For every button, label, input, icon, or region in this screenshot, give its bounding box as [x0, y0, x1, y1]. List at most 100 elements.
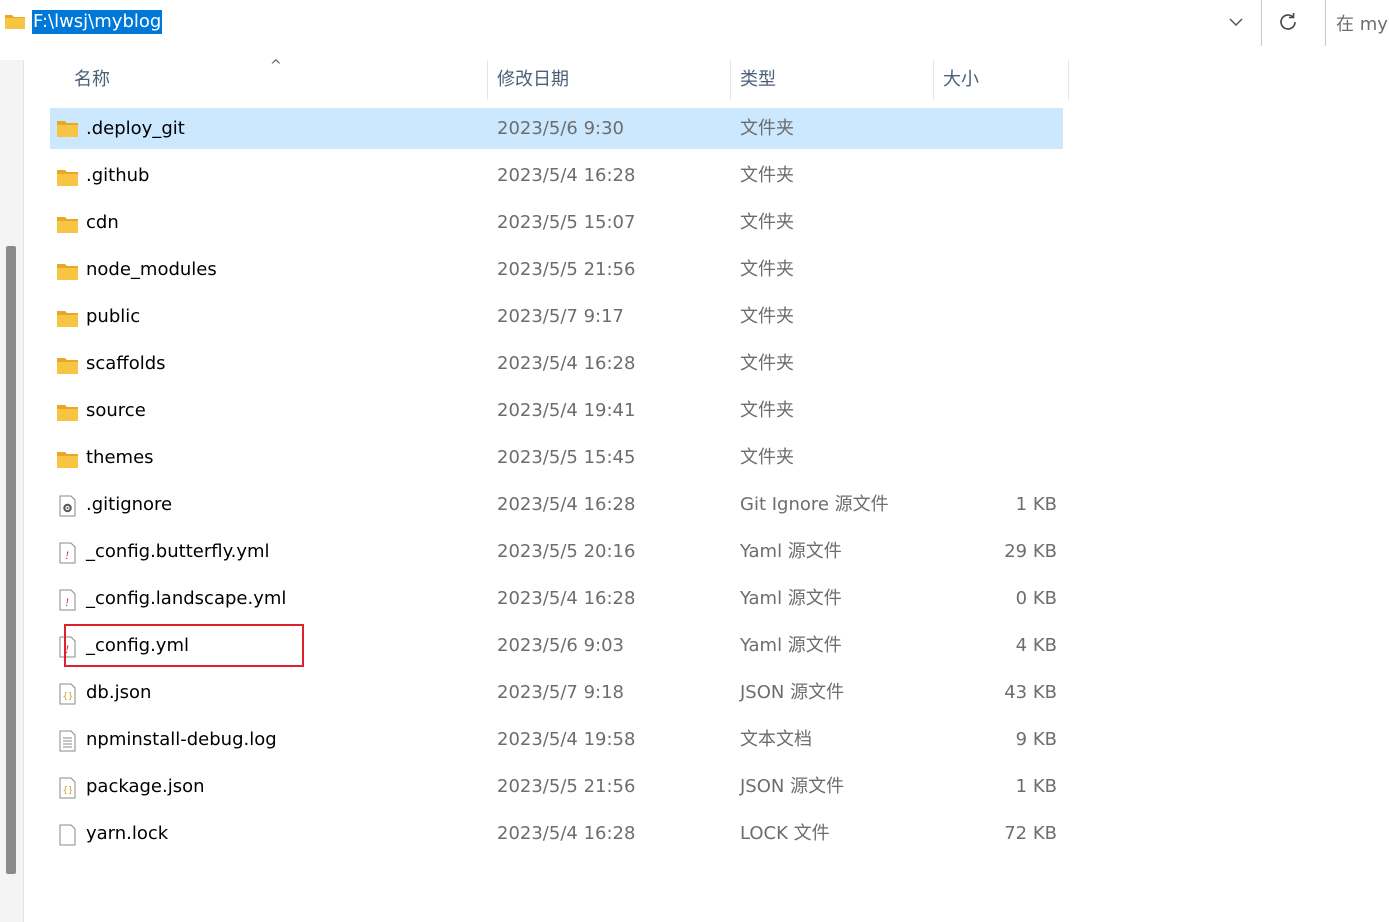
folder-icon	[56, 307, 79, 329]
file-date: 2023/5/4 16:28	[497, 353, 636, 374]
file-row[interactable]: ! _config.butterfly.yml 2023/5/5 20:16 Yaml…	[50, 531, 1063, 578]
file-type: Yaml 源文件	[740, 588, 842, 609]
file-row[interactable]: .gitignore 2023/5/4 16:28 Git Ignore 源文件 1 …	[50, 484, 1063, 531]
folder-row[interactable]: source 2023/5/4 19:41 文件夹	[50, 390, 1063, 437]
folder-icon	[56, 448, 79, 470]
column-divider[interactable]	[730, 60, 731, 100]
svg-text:{}: {}	[63, 692, 74, 702]
file-type: 文本文档	[740, 729, 812, 750]
yaml-file-icon: !	[56, 589, 79, 611]
file-name: _config.landscape.yml	[86, 588, 287, 609]
file-date: 2023/5/4 16:28	[497, 823, 636, 844]
file-type: JSON 源文件	[740, 682, 845, 703]
column-header-size[interactable]: 大小	[943, 60, 979, 100]
file-list: .deploy_git 2023/5/6 9:30 文件夹 .github 2023/5…	[50, 108, 1063, 860]
svg-text:!: !	[65, 595, 69, 609]
file-type: JSON 源文件	[740, 776, 845, 797]
file-row[interactable]: ! _config.landscape.yml 2023/5/4 16:28 Yaml…	[50, 578, 1063, 625]
file-date: 2023/5/4 16:28	[497, 494, 636, 515]
folder-row[interactable]: cdn 2023/5/5 15:07 文件夹	[50, 202, 1063, 249]
file-size: 0 KB	[1015, 588, 1057, 609]
column-header-date[interactable]: 修改日期	[497, 60, 569, 100]
file-date: 2023/5/5 21:56	[497, 776, 636, 797]
refresh-button[interactable]	[1262, 0, 1314, 46]
file-date: 2023/5/5 20:16	[497, 541, 636, 562]
folder-row[interactable]: scaffolds 2023/5/4 16:28 文件夹	[50, 343, 1063, 390]
address-bar[interactable]: F:\lwsj\myblog 在 myblog 中搜索	[0, 0, 1389, 46]
file-name: .deploy_git	[86, 118, 185, 139]
file-row[interactable]: {} package.json 2023/5/5 21:56 JSON 源文件 1 KB	[50, 766, 1063, 813]
file-type: 文件夹	[740, 306, 794, 327]
column-divider[interactable]	[1068, 60, 1069, 100]
file-type: 文件夹	[740, 400, 794, 421]
file-date: 2023/5/5 21:56	[497, 259, 636, 280]
file-size: 1 KB	[1015, 776, 1057, 797]
file-type: Yaml 源文件	[740, 541, 842, 562]
file-size: 43 KB	[1004, 682, 1057, 703]
svg-text:!: !	[65, 548, 69, 562]
json-file-icon: {}	[56, 683, 79, 705]
json-file-icon: {}	[56, 777, 79, 799]
column-divider[interactable]	[487, 60, 488, 100]
file-size: 29 KB	[1004, 541, 1057, 562]
folder-icon	[5, 15, 25, 29]
folder-row[interactable]: public 2023/5/7 9:17 文件夹	[50, 296, 1063, 343]
navigation-pane-edge	[0, 60, 24, 922]
column-header-type[interactable]: 类型	[740, 60, 776, 100]
file-type: 文件夹	[740, 259, 794, 280]
column-divider[interactable]	[933, 60, 934, 100]
folder-row[interactable]: .github 2023/5/4 16:28 文件夹	[50, 155, 1063, 202]
file-type: 文件夹	[740, 212, 794, 233]
file-size: 9 KB	[1015, 729, 1057, 750]
file-date: 2023/5/5 15:07	[497, 212, 636, 233]
folder-icon	[56, 117, 79, 139]
file-date: 2023/5/7 9:17	[497, 306, 624, 327]
file-date: 2023/5/4 19:41	[497, 400, 636, 421]
refresh-icon	[1280, 13, 1296, 30]
column-header-name[interactable]: 名称	[74, 60, 110, 100]
file-type: Git Ignore 源文件	[740, 494, 889, 515]
scrollbar-thumb[interactable]	[6, 246, 16, 874]
file-type: 文件夹	[740, 118, 794, 139]
file-date: 2023/5/6 9:30	[497, 118, 624, 139]
column-header-row: 名称 ^ 修改日期 类型 大小	[50, 58, 1070, 100]
file-date: 2023/5/4 19:58	[497, 729, 636, 750]
sort-ascending-icon: ^	[270, 58, 282, 74]
file-date: 2023/5/4 16:28	[497, 165, 636, 186]
address-path[interactable]: F:\lwsj\myblog	[32, 10, 163, 34]
file-name: source	[86, 400, 146, 421]
folder-row[interactable]: .deploy_git 2023/5/6 9:30 文件夹	[50, 108, 1063, 149]
file-row[interactable]: {} db.json 2023/5/7 9:18 JSON 源文件 43 KB	[50, 672, 1063, 719]
file-name: public	[86, 306, 141, 327]
blank-file-icon	[56, 824, 79, 846]
file-row[interactable]: npminstall-debug.log 2023/5/4 19:58 文本文档 9 …	[50, 719, 1063, 766]
svg-text:{}: {}	[63, 786, 74, 796]
file-date: 2023/5/6 9:03	[497, 635, 624, 656]
folder-icon	[56, 354, 79, 376]
file-name: yarn.lock	[86, 823, 169, 844]
file-name: .gitignore	[86, 494, 173, 515]
search-placeholder: 在 myblog 中搜索	[1336, 14, 1389, 35]
file-name: cdn	[86, 212, 119, 233]
file-type: 文件夹	[740, 165, 794, 186]
file-name: npminstall-debug.log	[86, 729, 277, 750]
folder-icon	[56, 260, 79, 282]
settings-file-icon	[56, 495, 79, 517]
folder-row[interactable]: node_modules 2023/5/5 21:56 文件夹	[50, 249, 1063, 296]
file-date: 2023/5/4 16:28	[497, 588, 636, 609]
file-type: Yaml 源文件	[740, 635, 842, 656]
folder-icon	[56, 213, 79, 235]
file-name: .github	[86, 165, 150, 186]
file-type: 文件夹	[740, 447, 794, 468]
file-date: 2023/5/5 15:45	[497, 447, 636, 468]
file-type: 文件夹	[740, 353, 794, 374]
chevron-down-icon[interactable]	[1222, 10, 1250, 34]
file-type: LOCK 文件	[740, 823, 830, 844]
yaml-file-icon: !	[56, 542, 79, 564]
file-row[interactable]: yarn.lock 2023/5/4 16:28 LOCK 文件 72 KB	[50, 813, 1063, 860]
search-input[interactable]: 在 myblog 中搜索	[1326, 0, 1389, 46]
file-date: 2023/5/7 9:18	[497, 682, 624, 703]
folder-row[interactable]: themes 2023/5/5 15:45 文件夹	[50, 437, 1063, 484]
file-size: 72 KB	[1004, 823, 1057, 844]
file-size: 4 KB	[1015, 635, 1057, 656]
